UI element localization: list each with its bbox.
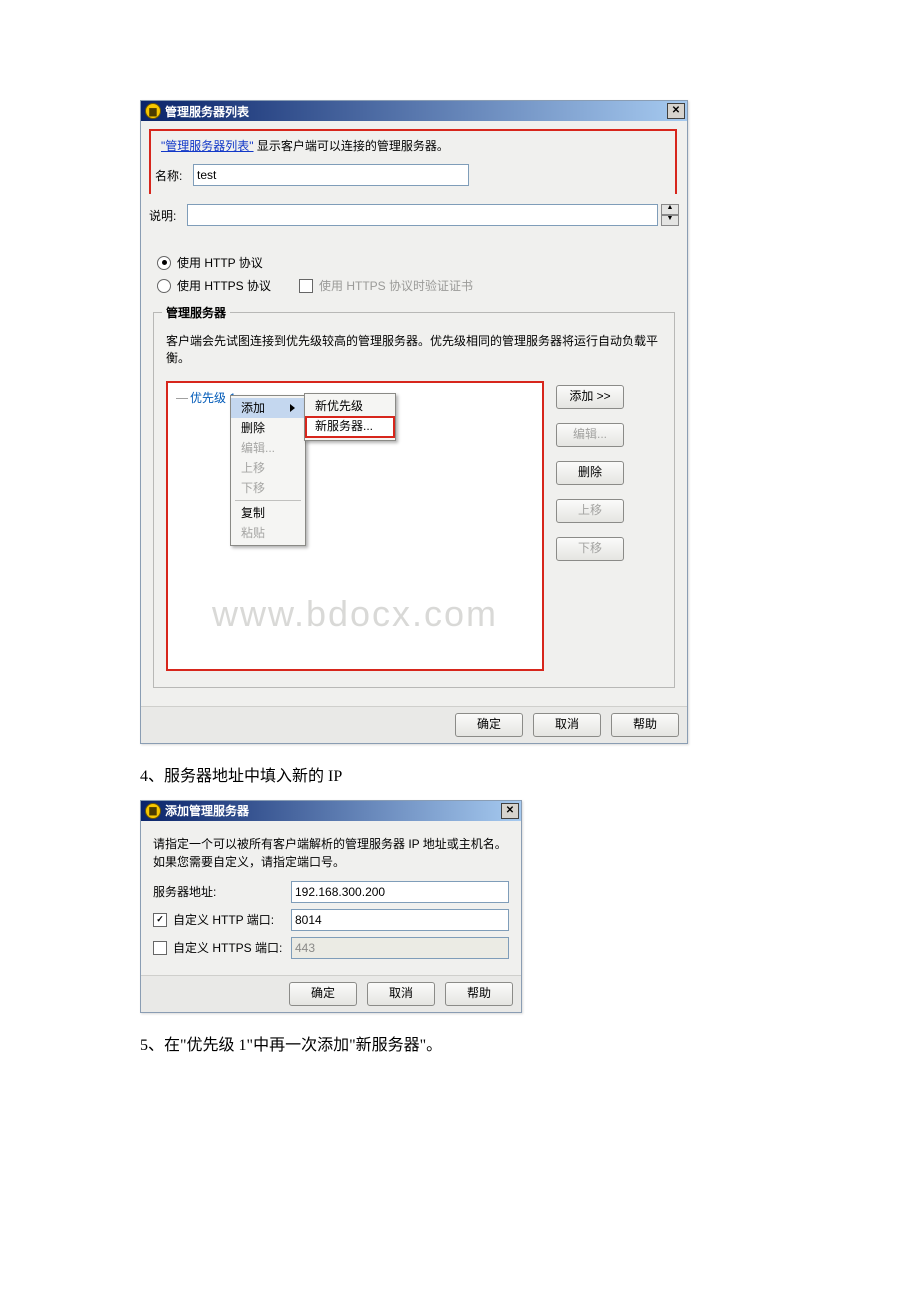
delete-button[interactable]: 删除 — [556, 461, 624, 485]
dialog2-hint: 请指定一个可以被所有客户端解析的管理服务器 IP 地址或主机名。如果您需要自定义… — [153, 835, 509, 871]
dialog-hint: "管理服务器列表" 显示客户端可以连接的管理服务器。 — [161, 137, 671, 154]
http-port-checkbox-row[interactable]: 自定义 HTTP 端口: — [153, 911, 291, 928]
dialog-title: 管理服务器列表 — [165, 103, 249, 120]
addr-label: 服务器地址: — [153, 883, 291, 900]
movedown-button: 下移 — [556, 537, 624, 561]
cancel-button[interactable]: 取消 — [533, 713, 601, 737]
checkbox-verify — [299, 279, 313, 293]
radio-unchecked-icon — [157, 279, 171, 293]
watermark: www.bdocx.com — [168, 593, 542, 635]
help-button-2[interactable]: 帮助 — [445, 982, 513, 1006]
doc-step-5: 5、在"优先级 1"中再一次添加"新服务器"。 — [140, 1031, 780, 1055]
priority-tree[interactable]: 优先级 1 添加 删除 编辑... 上移 下移 — [166, 381, 544, 671]
menu-separator — [235, 500, 301, 501]
add-server-dialog: ▆ 添加管理服务器 ✕ 请指定一个可以被所有客户端解析的管理服务器 IP 地址或… — [140, 800, 522, 1013]
https-port-input — [291, 937, 509, 959]
verify-label: 使用 HTTPS 协议时验证证书 — [319, 277, 473, 294]
radio-http[interactable]: 使用 HTTP 协议 — [157, 254, 679, 271]
menu-edit: 编辑... — [231, 438, 305, 458]
doc-step-4: 4、服务器地址中填入新的 IP — [140, 762, 780, 786]
name-label: 名称: — [155, 167, 193, 184]
menu-delete[interactable]: 删除 — [231, 418, 305, 438]
menu-new-priority[interactable]: 新优先级 — [305, 396, 395, 416]
menu-paste: 粘贴 — [231, 523, 305, 543]
tree-node-priority1[interactable]: 优先级 1 — [176, 391, 236, 405]
checkbox-unchecked-icon — [153, 941, 167, 955]
menu-copy[interactable]: 复制 — [231, 503, 305, 523]
radio-https[interactable]: 使用 HTTPS 协议 使用 HTTPS 协议时验证证书 — [157, 277, 679, 294]
server-groupbox: 管理服务器 客户端会先试图连接到优先级较高的管理服务器。优先级相同的管理服务器将… — [153, 312, 675, 688]
context-menu: 添加 删除 编辑... 上移 下移 复制 粘贴 — [230, 395, 306, 546]
close-icon[interactable]: ✕ — [667, 103, 685, 119]
spinner-up-icon[interactable]: ▲ — [661, 204, 679, 215]
close-icon[interactable]: ✕ — [501, 803, 519, 819]
radio-checked-icon — [157, 256, 171, 270]
moveup-button: 上移 — [556, 499, 624, 523]
menu-up: 上移 — [231, 458, 305, 478]
shield-icon: ▆ — [145, 103, 161, 119]
name-input[interactable] — [193, 164, 469, 186]
dialog2-title: 添加管理服务器 — [165, 802, 249, 819]
ok-button[interactable]: 确定 — [455, 713, 523, 737]
desc-input[interactable] — [187, 204, 658, 226]
help-button[interactable]: 帮助 — [611, 713, 679, 737]
add-button[interactable]: 添加 >> — [556, 385, 624, 409]
checkbox-checked-icon — [153, 913, 167, 927]
https-port-checkbox-row[interactable]: 自定义 HTTPS 端口: — [153, 939, 291, 956]
add-submenu: 新优先级 新服务器... — [304, 393, 396, 441]
addr-input[interactable] — [291, 881, 509, 903]
submenu-arrow-icon — [290, 404, 295, 412]
edit-button: 编辑... — [556, 423, 624, 447]
desc-label: 说明: — [149, 207, 187, 224]
shield-icon: ▆ — [145, 803, 161, 819]
cancel-button-2[interactable]: 取消 — [367, 982, 435, 1006]
titlebar: ▆ 管理服务器列表 ✕ — [141, 101, 687, 121]
http-port-input[interactable] — [291, 909, 509, 931]
menu-new-server[interactable]: 新服务器... — [305, 416, 395, 438]
menu-add[interactable]: 添加 — [231, 398, 305, 418]
menu-down: 下移 — [231, 478, 305, 498]
desc-spinner[interactable]: ▲ ▼ — [661, 204, 679, 226]
titlebar-2: ▆ 添加管理服务器 ✕ — [141, 801, 521, 821]
spinner-down-icon[interactable]: ▼ — [661, 215, 679, 226]
groupbox-hint: 客户端会先试图连接到优先级较高的管理服务器。优先级相同的管理服务器将运行自动负载… — [166, 333, 664, 367]
server-list-dialog: ▆ 管理服务器列表 ✕ "管理服务器列表" 显示客户端可以连接的管理服务器。 名… — [140, 100, 688, 744]
ok-button-2[interactable]: 确定 — [289, 982, 357, 1006]
groupbox-title: 管理服务器 — [162, 304, 230, 321]
